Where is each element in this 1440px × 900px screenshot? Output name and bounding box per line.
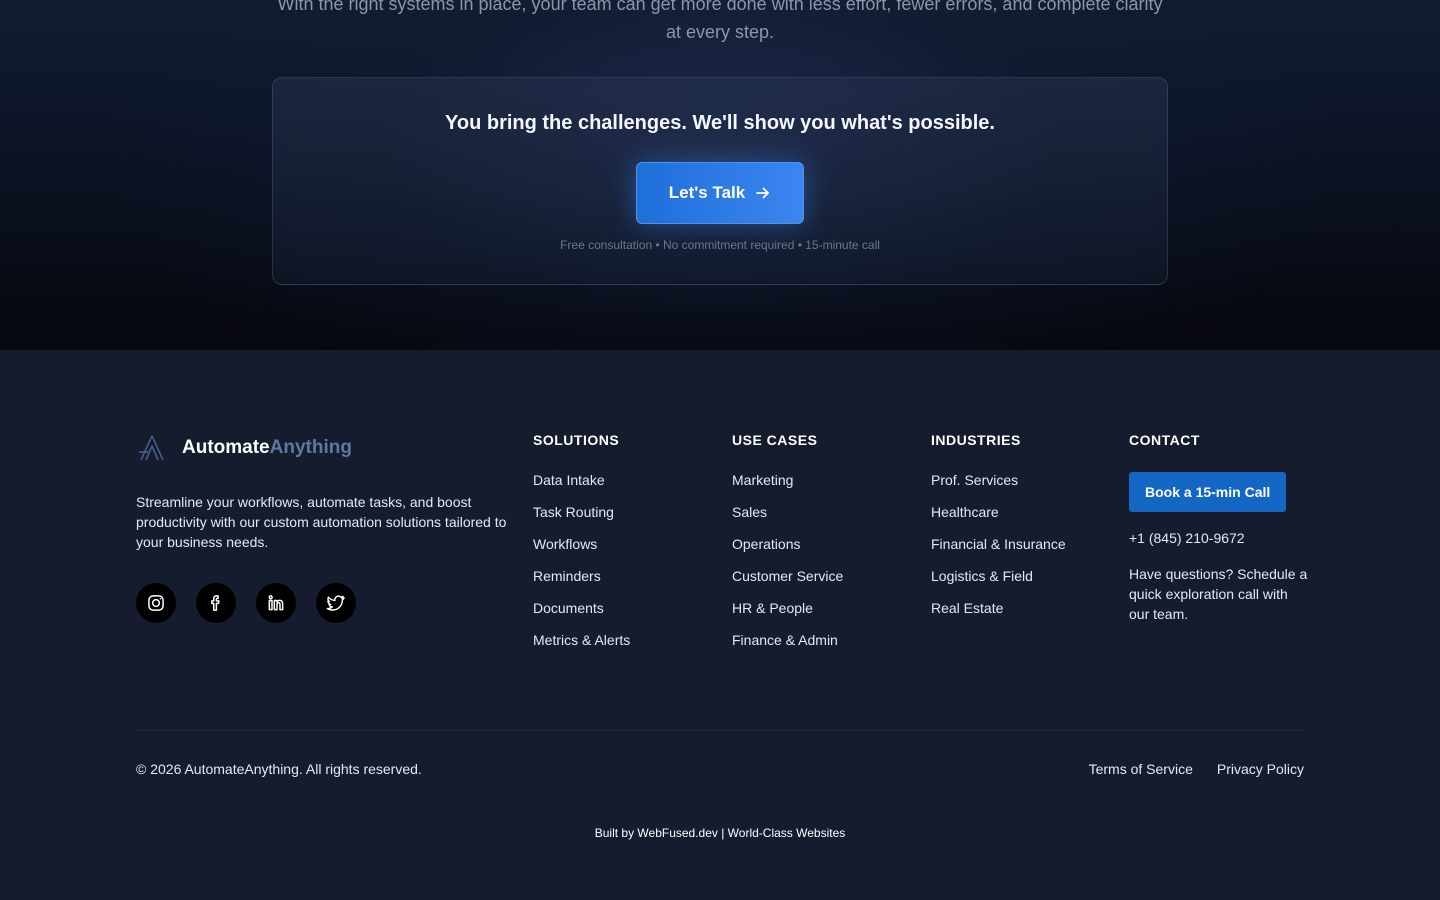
linkedin-icon bbox=[268, 595, 284, 611]
cta-card: You bring the challenges. We'll show you… bbox=[272, 77, 1168, 285]
footer-column-contact: CONTACT Book a 15-min Call +1 (845) 210-… bbox=[1129, 432, 1309, 624]
footer-column-industries: INDUSTRIES Prof. Services Healthcare Fin… bbox=[931, 432, 1066, 632]
linkedin-link[interactable] bbox=[256, 583, 296, 623]
brand-name: AutomateAnything bbox=[182, 437, 352, 459]
column-title-industries: INDUSTRIES bbox=[931, 432, 1021, 448]
brand-name-part-1: Automate bbox=[182, 437, 270, 458]
contact-phone[interactable]: +1 (845) 210-9672 bbox=[1129, 530, 1309, 546]
column-title-contact: CONTACT bbox=[1129, 432, 1200, 448]
link-finance-admin[interactable]: Finance & Admin bbox=[732, 632, 843, 664]
built-by-credit: Built by WebFused.dev | World-Class Webs… bbox=[0, 826, 1440, 840]
link-real-estate[interactable]: Real Estate bbox=[931, 600, 1066, 632]
book-call-button[interactable]: Book a 15-min Call bbox=[1129, 472, 1287, 512]
twitter-link[interactable] bbox=[316, 583, 356, 623]
link-marketing[interactable]: Marketing bbox=[732, 472, 843, 504]
social-links bbox=[136, 583, 356, 623]
brand-description: Streamline your workflows, automate task… bbox=[136, 494, 507, 550]
lets-talk-button[interactable]: Let's Talk bbox=[636, 162, 804, 224]
link-metrics-alerts[interactable]: Metrics & Alerts bbox=[533, 632, 630, 664]
link-sales[interactable]: Sales bbox=[732, 504, 843, 536]
cta-headline: You bring the challenges. We'll show you… bbox=[445, 112, 995, 134]
footer-column-solutions: SOLUTIONS Data Intake Task Routing Workf… bbox=[533, 432, 630, 664]
intro-line-2: at every step. bbox=[665, 22, 775, 42]
link-prof-services[interactable]: Prof. Services bbox=[931, 472, 1066, 504]
cta-section: With the right systems in place, your te… bbox=[0, 0, 1440, 350]
footer-divider bbox=[136, 730, 1304, 731]
intro-line-1: With the right systems in place, your te… bbox=[277, 0, 1163, 14]
link-hr-people[interactable]: HR & People bbox=[732, 600, 843, 632]
link-customer-service[interactable]: Customer Service bbox=[732, 568, 843, 600]
cta-note: Free consultation • No commitment requir… bbox=[560, 238, 880, 252]
footer-column-use-cases: USE CASES Marketing Sales Operations Cus… bbox=[732, 432, 843, 664]
twitter-icon bbox=[326, 595, 345, 611]
link-operations[interactable]: Operations bbox=[732, 536, 843, 568]
solutions-list: Data Intake Task Routing Workflows Remin… bbox=[533, 472, 630, 664]
intro-text: With the right systems in place, your te… bbox=[0, 0, 1440, 46]
copyright: © 2026 AutomateAnything. All rights rese… bbox=[136, 761, 422, 777]
instagram-link[interactable] bbox=[136, 583, 176, 623]
link-data-intake[interactable]: Data Intake bbox=[533, 472, 630, 504]
built-by-link[interactable]: Built by WebFused.dev | World-Class Webs… bbox=[595, 826, 846, 840]
lets-talk-label: Let's Talk bbox=[668, 183, 746, 202]
footer: AutomateAnything Streamline your workflo… bbox=[0, 350, 1440, 900]
column-title-use-cases: USE CASES bbox=[732, 432, 818, 448]
terms-link[interactable]: Terms of Service bbox=[1089, 761, 1193, 777]
use-cases-list: Marketing Sales Operations Customer Serv… bbox=[732, 472, 843, 664]
brand[interactable]: AutomateAnything bbox=[136, 430, 352, 466]
arrow-right-icon bbox=[756, 187, 770, 199]
facebook-link[interactable] bbox=[196, 583, 236, 623]
link-reminders[interactable]: Reminders bbox=[533, 568, 630, 600]
link-logistics-field[interactable]: Logistics & Field bbox=[931, 568, 1066, 600]
brand-logo-icon bbox=[136, 432, 168, 464]
facebook-icon bbox=[211, 595, 220, 611]
column-title-solutions: SOLUTIONS bbox=[533, 432, 620, 448]
legal-links: Terms of Service Privacy Policy bbox=[1089, 761, 1304, 777]
instagram-icon bbox=[148, 595, 164, 611]
link-task-routing[interactable]: Task Routing bbox=[533, 504, 630, 536]
brand-name-part-2: Anything bbox=[269, 437, 352, 458]
link-workflows[interactable]: Workflows bbox=[533, 536, 630, 568]
industries-list: Prof. Services Healthcare Financial & In… bbox=[931, 472, 1066, 632]
link-financial-insurance[interactable]: Financial & Insurance bbox=[931, 536, 1066, 568]
link-documents[interactable]: Documents bbox=[533, 600, 630, 632]
link-healthcare[interactable]: Healthcare bbox=[931, 504, 1066, 536]
contact-text: Have questions? Schedule a quick explora… bbox=[1129, 566, 1308, 622]
privacy-link[interactable]: Privacy Policy bbox=[1217, 761, 1304, 777]
